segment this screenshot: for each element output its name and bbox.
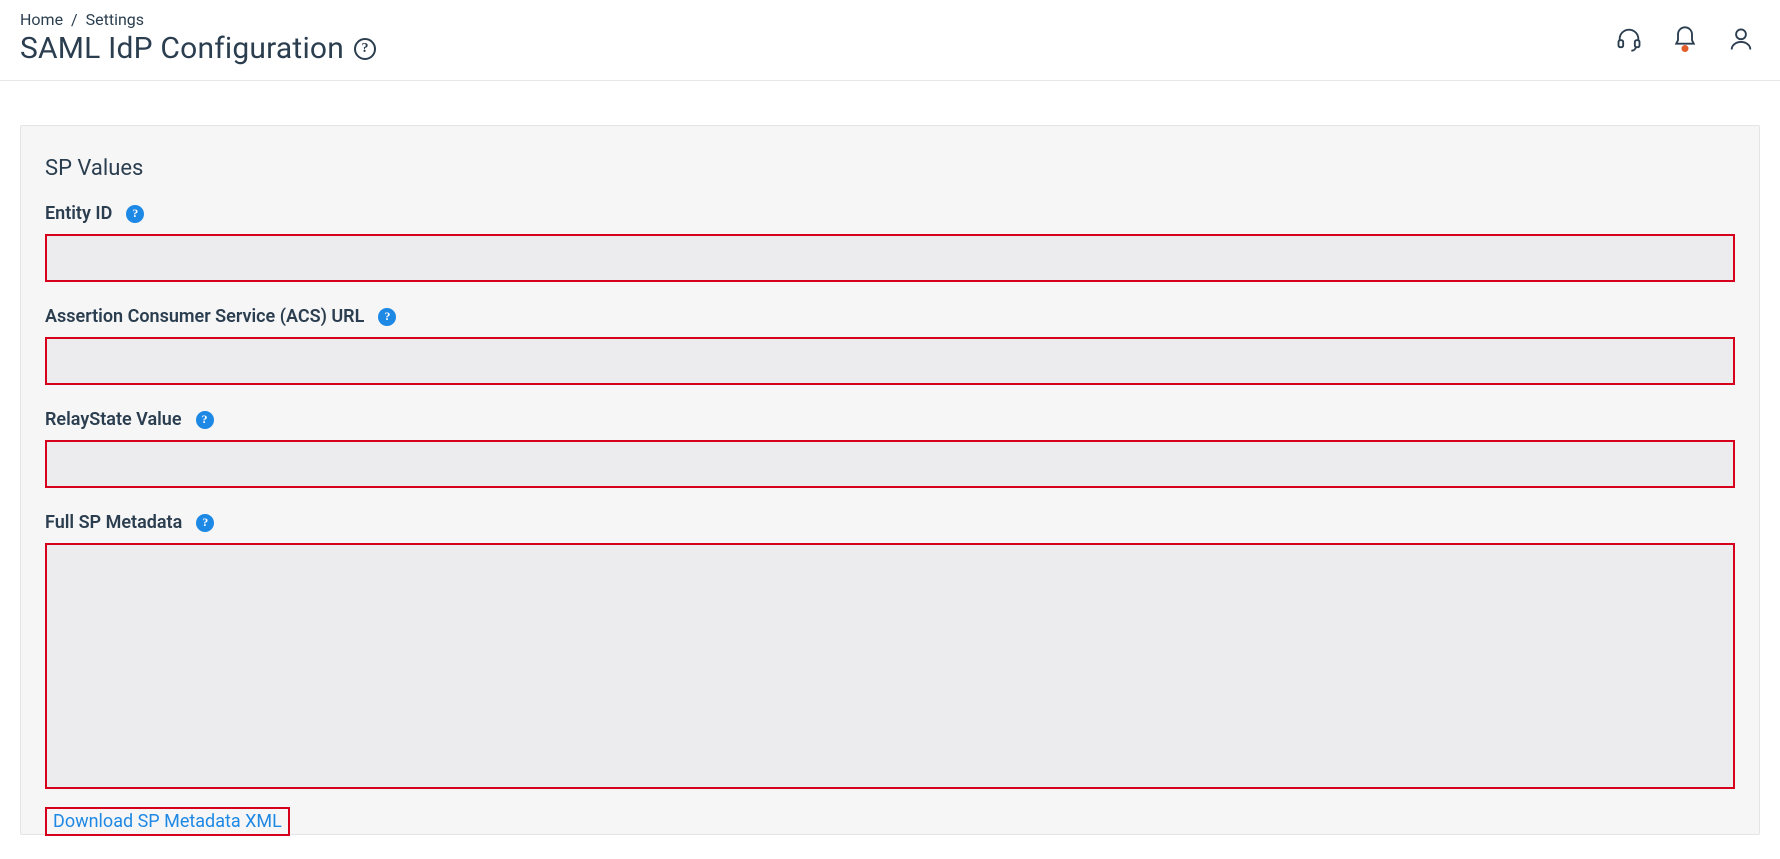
- page-header: Home / Settings SAML IdP Configuration ?: [0, 0, 1780, 81]
- field-full-metadata: Full SP Metadata ? Download SP Metadata …: [45, 512, 1735, 836]
- sp-values-panel: SP Values Entity ID ? Assertion Consumer…: [20, 125, 1760, 835]
- acs-url-input[interactable]: [45, 337, 1735, 385]
- relaystate-label: RelayState Value: [45, 409, 182, 430]
- info-icon[interactable]: ?: [126, 205, 144, 223]
- user-icon[interactable]: [1726, 24, 1756, 54]
- full-metadata-label: Full SP Metadata: [45, 512, 182, 533]
- breadcrumb-sep: /: [71, 10, 78, 29]
- field-acs-url: Assertion Consumer Service (ACS) URL ?: [45, 306, 1735, 385]
- section-title: SP Values: [45, 156, 1735, 181]
- breadcrumb: Home / Settings: [20, 10, 376, 29]
- field-entity-id: Entity ID ?: [45, 203, 1735, 282]
- full-metadata-textarea[interactable]: [45, 543, 1735, 789]
- entity-id-input[interactable]: [45, 234, 1735, 282]
- header-left: Home / Settings SAML IdP Configuration ?: [20, 10, 376, 66]
- field-relaystate: RelayState Value ?: [45, 409, 1735, 488]
- relaystate-input[interactable]: [45, 440, 1735, 488]
- info-icon[interactable]: ?: [378, 308, 396, 326]
- acs-url-label: Assertion Consumer Service (ACS) URL: [45, 306, 364, 327]
- breadcrumb-settings[interactable]: Settings: [86, 10, 144, 29]
- entity-id-label: Entity ID: [45, 203, 112, 224]
- help-icon[interactable]: ?: [354, 38, 376, 60]
- download-sp-metadata-link[interactable]: Download SP Metadata XML: [45, 807, 290, 836]
- content-wrap: SP Values Entity ID ? Assertion Consumer…: [0, 125, 1780, 859]
- info-icon[interactable]: ?: [196, 411, 214, 429]
- bell-icon[interactable]: [1670, 24, 1700, 54]
- breadcrumb-home[interactable]: Home: [20, 10, 63, 29]
- headset-icon[interactable]: [1614, 24, 1644, 54]
- page-title-row: SAML IdP Configuration ?: [20, 31, 376, 66]
- page-title: SAML IdP Configuration: [20, 31, 344, 66]
- notification-dot: [1682, 45, 1689, 52]
- info-icon[interactable]: ?: [196, 514, 214, 532]
- header-right: [1614, 10, 1756, 54]
